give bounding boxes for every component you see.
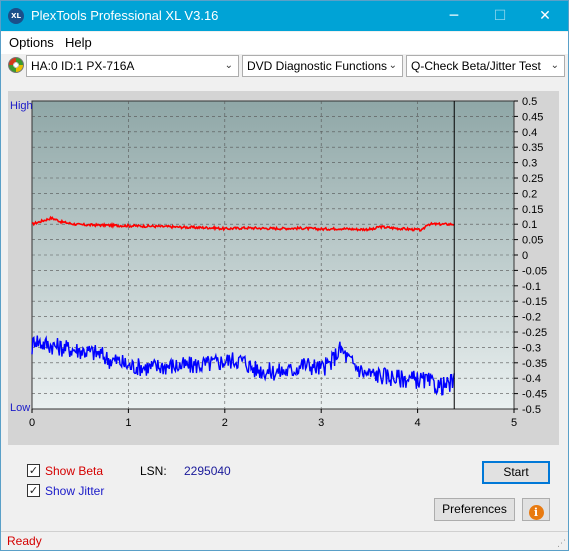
- device-select[interactable]: HA:0 ID:1 PX-716A ⌄: [26, 55, 239, 77]
- minimize-button[interactable]: ─: [431, 1, 477, 31]
- y-tick-label: 0.5: [522, 96, 537, 108]
- start-button[interactable]: Start: [482, 461, 550, 484]
- show-jitter-label[interactable]: Show Jitter: [45, 484, 104, 498]
- y-tick-label: 0.2: [522, 188, 537, 200]
- status-text: Ready: [7, 534, 42, 548]
- axis-high-label: High: [10, 100, 33, 112]
- x-tick-label: 0: [29, 417, 35, 429]
- menu-bar: Options Help: [1, 32, 568, 54]
- show-beta-label[interactable]: Show Beta: [45, 464, 103, 478]
- y-tick-label: 0: [522, 250, 528, 262]
- y-tick-label: 0.45: [522, 111, 543, 123]
- y-tick-label: -0.35: [522, 358, 547, 370]
- y-tick-label: 0.1: [522, 219, 537, 231]
- y-tick-label: -0.25: [522, 327, 547, 339]
- info-button[interactable]: i: [522, 498, 550, 521]
- x-tick-label: 2: [222, 417, 228, 429]
- test-select[interactable]: Q-Check Beta/Jitter Test ⌄: [406, 55, 565, 77]
- plextools-logo-icon: XL: [8, 8, 24, 24]
- function-select-value: DVD Diagnostic Functions: [247, 59, 388, 73]
- toolbar: HA:0 ID:1 PX-716A ⌄ DVD Diagnostic Funct…: [1, 54, 568, 78]
- y-tick-label: 0.4: [522, 127, 537, 139]
- menu-help[interactable]: Help: [65, 35, 92, 50]
- y-tick-label: 0.15: [522, 204, 543, 216]
- y-tick-label: -0.1: [522, 281, 541, 293]
- y-tick-label: -0.05: [522, 265, 547, 277]
- preferences-button[interactable]: Preferences: [434, 498, 515, 521]
- chevron-down-icon: ⌄: [224, 60, 233, 71]
- maximize-button[interactable]: ☐: [477, 1, 523, 31]
- x-tick-label: 5: [511, 417, 517, 429]
- y-tick-label: -0.45: [522, 389, 547, 401]
- y-tick-label: 0.25: [522, 173, 543, 185]
- device-select-value: HA:0 ID:1 PX-716A: [31, 59, 135, 73]
- show-beta-checkbox[interactable]: ✓: [27, 464, 40, 477]
- y-tick-label: -0.2: [522, 312, 541, 324]
- show-jitter-checkbox[interactable]: ✓: [27, 484, 40, 497]
- y-tick-label: 0.3: [522, 158, 537, 170]
- y-tick-label: -0.4: [522, 373, 541, 385]
- lsn-value: 2295040: [184, 464, 231, 478]
- y-tick-label: -0.3: [522, 342, 541, 354]
- info-icon: i: [528, 505, 544, 520]
- title-bar[interactable]: XL PlexTools Professional XL V3.16 ─ ☐ ✕: [1, 1, 568, 31]
- x-tick-label: 1: [125, 417, 131, 429]
- chevron-down-icon: ⌄: [388, 60, 397, 71]
- lsn-label: LSN:: [140, 464, 167, 478]
- y-tick-label: -0.15: [522, 296, 547, 308]
- axis-low-label: Low: [10, 402, 30, 414]
- y-tick-label: 0.35: [522, 142, 543, 154]
- y-tick-label: 0.05: [522, 235, 543, 247]
- menu-options[interactable]: Options: [9, 35, 54, 50]
- resize-grip-icon[interactable]: ⋰: [557, 539, 566, 549]
- beta-jitter-chart: 0.5 0.45 0.4 0.35 0.3 0.25 0.2 0.15 0.1 0.05 0 -0.0…: [10, 96, 547, 429]
- chart-panel: 0.5 0.45 0.4 0.35 0.3 0.25 0.2 0.15 0.1 0.05 0 -0.0…: [8, 91, 559, 445]
- x-tick-label: 4: [415, 417, 421, 429]
- controls-panel: ✓ Show Beta ✓ Show Jitter LSN: 2295040 S…: [8, 451, 559, 527]
- app-window: XL PlexTools Professional XL V3.16 ─ ☐ ✕…: [0, 0, 569, 551]
- close-button[interactable]: ✕: [522, 1, 568, 31]
- window-title: PlexTools Professional XL V3.16: [31, 8, 219, 23]
- status-bar: Ready ⋰: [1, 531, 568, 550]
- x-tick-label: 3: [318, 417, 324, 429]
- disc-drive-icon: [8, 57, 24, 73]
- test-select-value: Q-Check Beta/Jitter Test: [411, 59, 541, 73]
- function-select[interactable]: DVD Diagnostic Functions ⌄: [242, 55, 403, 77]
- chevron-down-icon: ⌄: [550, 60, 559, 71]
- y-tick-label: -0.5: [522, 404, 541, 416]
